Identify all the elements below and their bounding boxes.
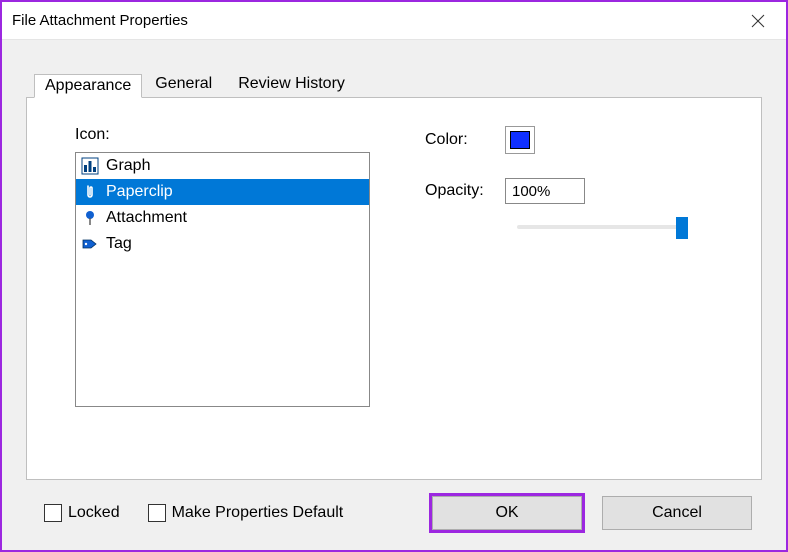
icon-section: Icon: Graph Paperclip xyxy=(75,126,385,455)
icon-item-label: Tag xyxy=(106,235,132,253)
graph-icon xyxy=(80,156,100,176)
opacity-input[interactable] xyxy=(505,178,585,204)
opacity-label: Opacity: xyxy=(425,182,505,200)
dialog-body: Appearance General Review History Icon: … xyxy=(2,40,786,550)
tab-panel-appearance: Icon: Graph Paperclip xyxy=(26,97,762,480)
tag-icon xyxy=(80,234,100,254)
color-row: Color: xyxy=(425,126,713,154)
slider-track xyxy=(517,225,682,229)
icon-listbox[interactable]: Graph Paperclip Attachment xyxy=(75,152,370,407)
tab-label: Appearance xyxy=(45,77,131,94)
icon-item-paperclip[interactable]: Paperclip xyxy=(76,179,369,205)
opacity-row: Opacity: xyxy=(425,178,713,204)
icon-item-label: Graph xyxy=(106,157,150,175)
make-default-checkbox[interactable]: Make Properties Default xyxy=(148,504,344,522)
checkbox-box xyxy=(148,504,166,522)
checkbox-label: Locked xyxy=(68,504,120,522)
tab-general[interactable]: General xyxy=(142,70,225,97)
color-label: Color: xyxy=(425,131,505,149)
opacity-slider[interactable] xyxy=(517,216,682,238)
button-label: Cancel xyxy=(652,504,702,522)
close-button[interactable] xyxy=(742,5,774,37)
pushpin-icon xyxy=(80,208,100,228)
dialog-window: File Attachment Properties Appearance Ge… xyxy=(0,0,788,552)
icon-label: Icon: xyxy=(75,126,385,144)
tab-appearance[interactable]: Appearance xyxy=(34,74,142,98)
paperclip-icon xyxy=(80,182,100,202)
tab-label: General xyxy=(155,75,212,92)
checkbox-label: Make Properties Default xyxy=(172,504,344,522)
color-picker[interactable] xyxy=(505,126,535,154)
tab-bar: Appearance General Review History xyxy=(34,70,762,97)
icon-item-tag[interactable]: Tag xyxy=(76,231,369,257)
ok-button[interactable]: OK xyxy=(432,496,582,530)
tab-review-history[interactable]: Review History xyxy=(225,70,358,97)
icon-item-label: Attachment xyxy=(106,209,187,227)
icon-item-graph[interactable]: Graph xyxy=(76,153,369,179)
slider-thumb[interactable] xyxy=(676,217,688,239)
icon-item-label: Paperclip xyxy=(106,183,173,201)
window-title: File Attachment Properties xyxy=(12,12,188,29)
icon-item-attachment[interactable]: Attachment xyxy=(76,205,369,231)
properties-section: Color: Opacity: xyxy=(385,126,713,455)
locked-checkbox[interactable]: Locked xyxy=(44,504,120,522)
checkbox-box xyxy=(44,504,62,522)
button-label: OK xyxy=(495,504,518,522)
color-swatch-inner xyxy=(510,131,530,149)
dialog-footer: Locked Make Properties Default OK Cancel xyxy=(26,480,762,532)
tab-label: Review History xyxy=(238,75,345,92)
close-icon xyxy=(751,14,765,28)
titlebar: File Attachment Properties xyxy=(2,2,786,40)
cancel-button[interactable]: Cancel xyxy=(602,496,752,530)
